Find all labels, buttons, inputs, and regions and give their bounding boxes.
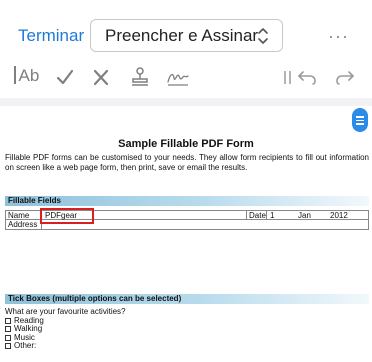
date-label: Date bbox=[249, 211, 266, 220]
name-label: Name bbox=[8, 211, 30, 220]
date-day-field[interactable]: 1 bbox=[268, 211, 288, 220]
tick-box-list: What are your favourite activities? Read… bbox=[5, 307, 365, 351]
cell-divider bbox=[266, 211, 267, 220]
pdf-editor-app: Terminar Preencher e Assinar ··· Ab Samp… bbox=[0, 0, 372, 362]
tick-option[interactable]: Reading bbox=[5, 316, 365, 326]
tick-option[interactable]: Music bbox=[5, 333, 365, 343]
redo-icon bbox=[336, 71, 354, 85]
mode-selector-value: Preencher e Assinar bbox=[105, 25, 259, 45]
tick-option[interactable]: Walking bbox=[5, 324, 365, 334]
top-bar: Terminar Preencher e Assinar ··· bbox=[0, 0, 372, 60]
toolbar-divider bbox=[0, 98, 372, 106]
pause-icon bbox=[284, 71, 291, 84]
cross-tool-button[interactable] bbox=[92, 66, 110, 90]
checkbox-icon[interactable] bbox=[5, 326, 11, 333]
document-intro: Fillable PDF forms can be customised to … bbox=[5, 153, 369, 172]
document-title: Sample Fillable PDF Form bbox=[118, 138, 254, 150]
signature-icon bbox=[167, 73, 189, 86]
checkbox-icon[interactable] bbox=[5, 317, 11, 324]
tick-question: What are your favourite activities? bbox=[5, 307, 126, 316]
mode-selector[interactable]: Preencher e Assinar bbox=[90, 19, 283, 52]
checkbox-icon[interactable] bbox=[5, 343, 11, 350]
tick-option-label: Other: bbox=[14, 341, 37, 350]
date-year-field[interactable]: 2012 bbox=[328, 211, 364, 220]
date-month-field[interactable]: Jan bbox=[296, 211, 326, 220]
undo-icon bbox=[298, 71, 316, 85]
undo-button[interactable] bbox=[296, 66, 318, 90]
active-field-highlight bbox=[40, 208, 94, 224]
redo-button[interactable] bbox=[334, 66, 356, 90]
stamp-icon bbox=[132, 67, 148, 86]
more-options-button[interactable]: ··· bbox=[328, 26, 349, 47]
pdf-page: Sample Fillable PDF Form Fillable PDF fo… bbox=[0, 110, 372, 362]
cross-icon bbox=[93, 69, 109, 86]
chevron-updown-icon bbox=[258, 28, 268, 44]
text-tool-button[interactable]: Ab bbox=[14, 66, 39, 90]
section-fillable-fields: Fillable Fields bbox=[5, 196, 369, 206]
tick-option[interactable]: Other: bbox=[5, 341, 365, 351]
address-label: Address bbox=[8, 220, 38, 229]
pause-tool-button[interactable] bbox=[283, 66, 293, 90]
checkbox-icon[interactable] bbox=[5, 334, 11, 341]
section-tick-boxes: Tick Boxes (multiple options can be sele… bbox=[5, 294, 369, 304]
checkmark-tool-button[interactable] bbox=[56, 66, 74, 90]
annotation-toolbar: Ab bbox=[0, 60, 372, 96]
finish-button[interactable]: Terminar bbox=[18, 26, 84, 46]
checkmark-icon bbox=[56, 69, 74, 85]
text-tool-label: Ab bbox=[18, 66, 40, 85]
stamp-tool-button[interactable] bbox=[130, 66, 150, 90]
signature-tool-button[interactable] bbox=[166, 66, 190, 90]
text-cursor-icon bbox=[14, 66, 16, 84]
